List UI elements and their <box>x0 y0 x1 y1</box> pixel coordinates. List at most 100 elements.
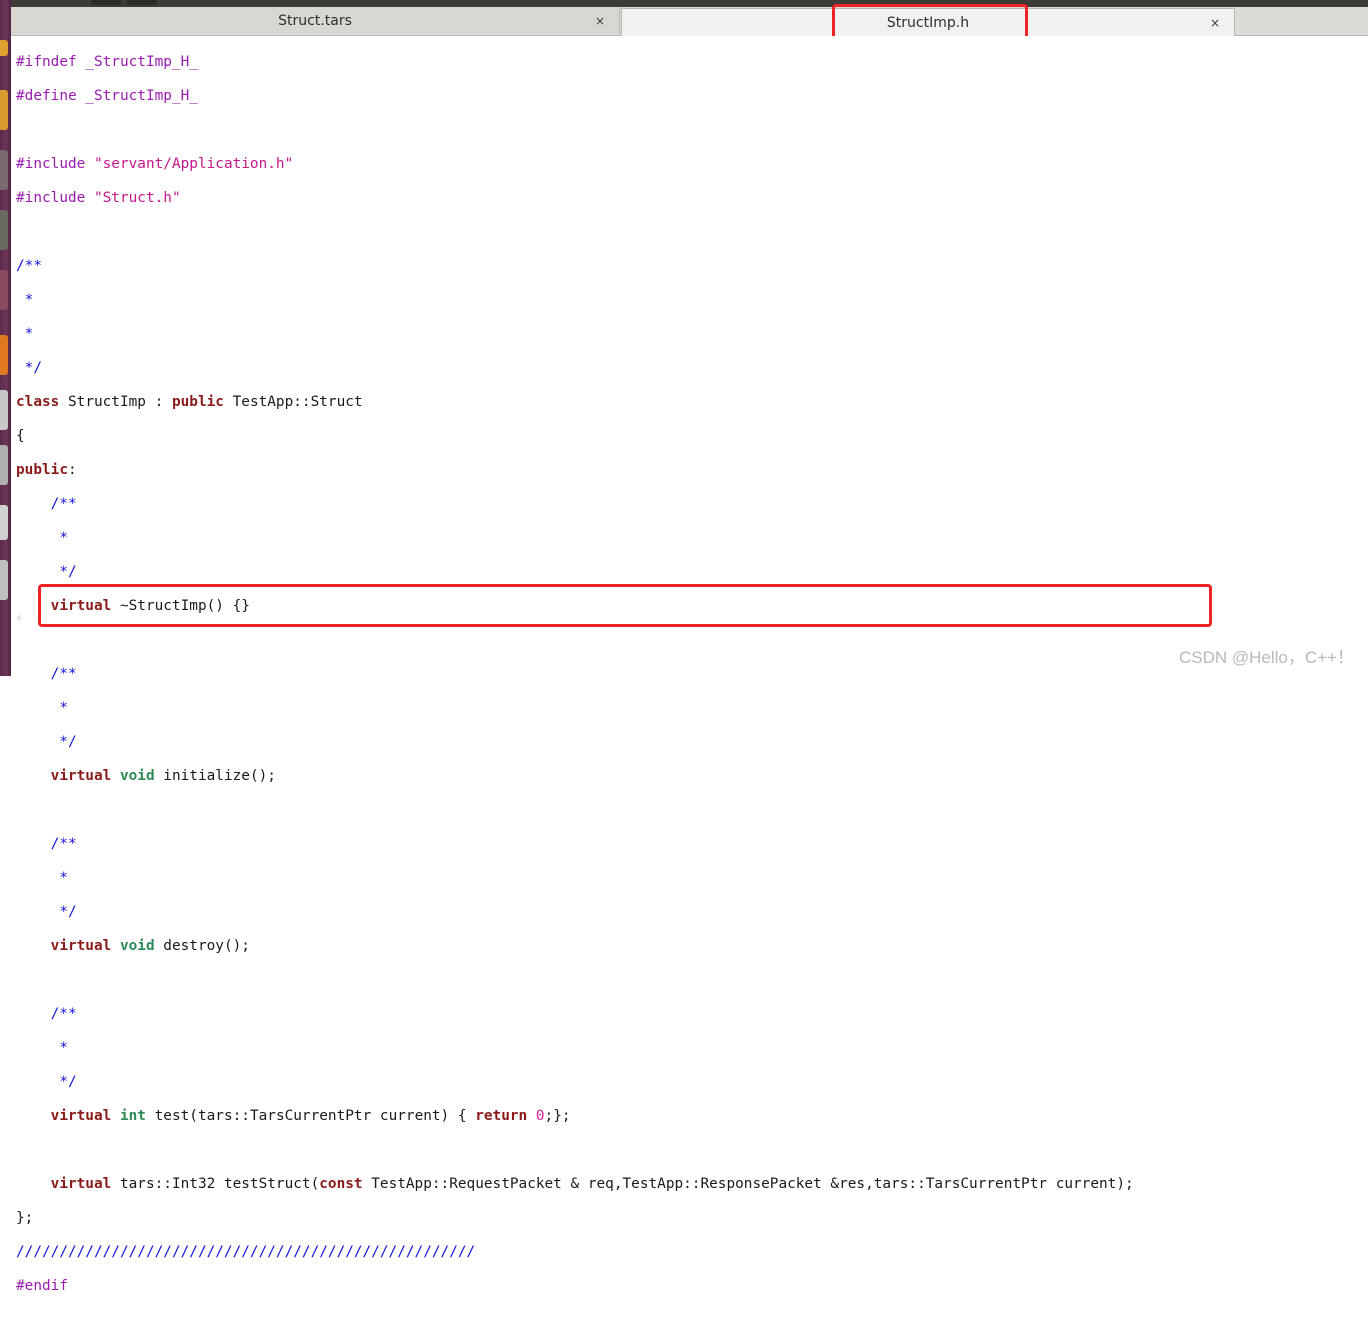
keyword: virtual <box>50 938 112 954</box>
comment: */ <box>16 904 77 920</box>
string-literal: "servant/Application.h" <box>93 156 294 172</box>
launcher-item[interactable] <box>0 90 8 130</box>
code-text-span: tars::Int32 testStruct( <box>111 1176 320 1192</box>
code-line: #include "Struct.h" <box>16 190 1134 207</box>
comment: /** <box>16 666 77 682</box>
keyword: class <box>16 394 60 410</box>
code-line: */ <box>16 360 1134 377</box>
code-line: #include "servant/Application.h" <box>16 156 1134 173</box>
window-top-edge <box>11 0 1368 7</box>
comment: */ <box>16 734 77 750</box>
launcher-item[interactable] <box>0 210 8 250</box>
code-line: * <box>16 326 1134 343</box>
tab-struct-tars[interactable]: Struct.tars × <box>11 7 620 34</box>
keyword: virtual <box>50 768 112 784</box>
type-keyword: void <box>119 938 155 954</box>
code-line: { <box>16 428 1134 445</box>
comment: */ <box>16 1074 77 1090</box>
highlight-box-method <box>38 584 1212 627</box>
code-text-span <box>111 768 120 784</box>
comment: * <box>16 1040 68 1056</box>
code-line: /** <box>16 258 1134 275</box>
code-text-span: StructImp : <box>59 394 172 410</box>
close-icon[interactable]: × <box>595 14 605 28</box>
comment: */ <box>16 360 42 376</box>
code-text-span: test(tars::TarsCurrentPtr current) { <box>145 1108 476 1124</box>
comment: * <box>16 530 68 546</box>
code-line: #ifndef _StructImp_H_ <box>16 54 1134 71</box>
code-line: * <box>16 1040 1134 1057</box>
code-text-span: { <box>16 428 25 444</box>
code-line: public: <box>16 462 1134 479</box>
comment: /** <box>16 258 42 274</box>
code-line: * <box>16 530 1134 547</box>
comment: * <box>16 326 34 342</box>
code-line: */ <box>16 564 1134 581</box>
close-icon[interactable]: × <box>1210 16 1220 30</box>
preprocessor-directive: #include <box>16 156 94 172</box>
watermark: CSDN @Hello，C++！ <box>1178 648 1354 667</box>
launcher-item[interactable] <box>0 150 8 190</box>
code-line: * <box>16 700 1134 717</box>
code-line: ////////////////////////////////////////… <box>16 1244 1134 1261</box>
comment: /** <box>16 496 77 512</box>
comment: * <box>16 870 68 886</box>
preprocessor-directive: #endif <box>16 1278 68 1294</box>
code-line: /** <box>16 496 1134 513</box>
launcher-item[interactable] <box>0 40 8 56</box>
preprocessor-directive: #include <box>16 190 94 206</box>
comment: */ <box>16 564 77 580</box>
code-line: virtual int test(tars::TarsCurrentPtr cu… <box>16 1108 1134 1125</box>
code-line: */ <box>16 734 1134 751</box>
window-button[interactable] <box>91 0 121 5</box>
number-literal: 0 <box>535 1108 545 1124</box>
launcher-item[interactable] <box>0 505 8 540</box>
launcher-item[interactable] <box>0 270 8 310</box>
code-text-span <box>527 1108 536 1124</box>
code-line: virtual void destroy(); <box>16 938 1134 955</box>
comment: /** <box>16 836 77 852</box>
type-keyword: int <box>119 1108 146 1124</box>
code-line: }; <box>16 1210 1134 1227</box>
window-button[interactable] <box>127 0 157 5</box>
tab-bar: Struct.tars × StructImp.h × <box>11 7 1368 36</box>
code-editor[interactable]: #ifndef _StructImp_H_ #define _StructImp… <box>11 36 1368 1294</box>
keyword: return <box>475 1108 528 1124</box>
preprocessor-directive: #ifndef _StructImp_H_ <box>16 54 198 70</box>
keyword: const <box>319 1176 363 1192</box>
type-keyword: void <box>119 768 155 784</box>
code-line: virtual void initialize(); <box>16 768 1134 785</box>
code-line: /** <box>16 836 1134 853</box>
code-text-span <box>111 938 120 954</box>
comment: ////////////////////////////////////////… <box>16 1244 476 1260</box>
code-line: * <box>16 870 1134 887</box>
launcher-bar <box>0 0 11 676</box>
code-text-span: : <box>67 462 77 478</box>
launcher-item[interactable] <box>0 390 8 430</box>
code-text[interactable]: #ifndef _StructImp_H_ #define _StructImp… <box>16 37 1134 1329</box>
launcher-item[interactable] <box>0 335 8 375</box>
code-text-span: TestApp::RequestPacket & req,TestApp::Re… <box>362 1176 1134 1192</box>
code-line: /** <box>16 1006 1134 1023</box>
code-text-span: destroy(); <box>154 938 250 954</box>
code-line: * <box>16 292 1134 309</box>
launcher-item[interactable] <box>0 560 8 600</box>
comment: /** <box>16 1006 77 1022</box>
code-line: virtual tars::Int32 testStruct(const Tes… <box>16 1176 1134 1193</box>
keyword: public <box>171 394 224 410</box>
tab-label: Struct.tars <box>278 12 352 29</box>
launcher-item[interactable] <box>0 445 8 485</box>
code-line: */ <box>16 1074 1134 1091</box>
code-line: */ <box>16 904 1134 921</box>
code-text-span: TestApp::Struct <box>223 394 363 410</box>
code-line: #endif <box>16 1278 1134 1295</box>
code-text-span: ;}; <box>544 1108 571 1124</box>
keyword: public <box>16 462 68 478</box>
